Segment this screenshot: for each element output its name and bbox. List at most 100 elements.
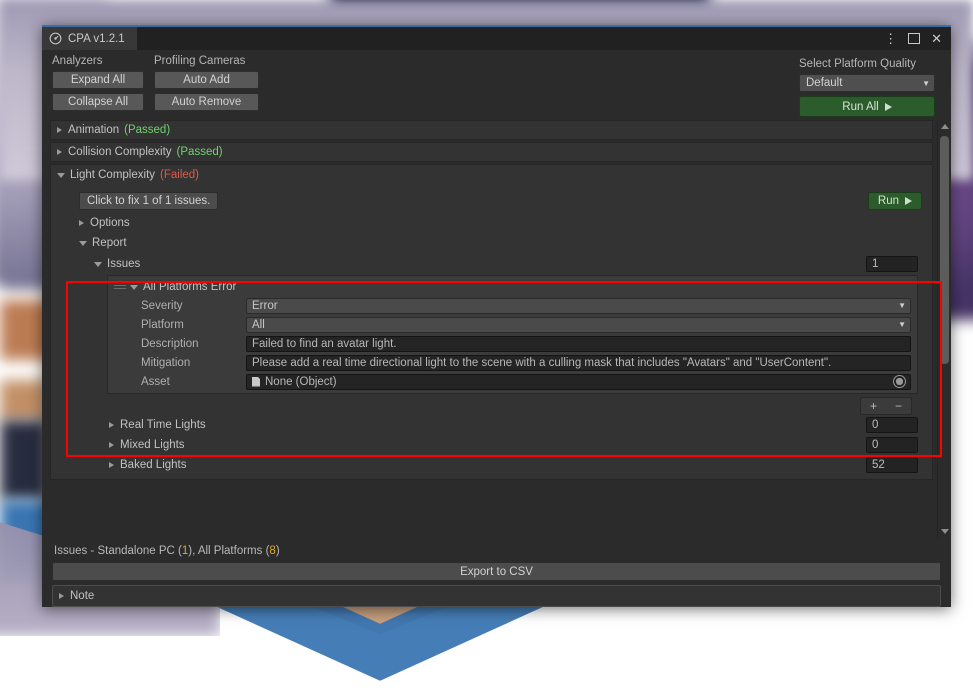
analyzers-label: Analyzers xyxy=(52,55,144,67)
severity-dropdown[interactable]: Error ▼ xyxy=(246,298,911,314)
issues-count-field[interactable]: 1 xyxy=(866,256,918,272)
analyzer-name: Animation xyxy=(68,124,119,136)
field-row-platform: Platform All ▼ xyxy=(108,315,917,334)
fix-issues-button[interactable]: Click to fix 1 of 1 issues. xyxy=(79,192,218,210)
platform-dropdown[interactable]: All ▼ xyxy=(246,317,911,333)
mitigation-input[interactable]: Please add a real time directional light… xyxy=(246,355,911,371)
foldout-real-time-lights[interactable]: Real Time Lights 0 xyxy=(51,415,932,435)
foldout-issues[interactable]: Issues 1 xyxy=(51,252,932,275)
drag-handle-icon[interactable] xyxy=(114,285,126,289)
real-time-lights-value[interactable]: 0 xyxy=(866,417,918,433)
platform-quality-dropdown[interactable]: Default ▼ xyxy=(799,74,935,92)
auto-remove-button[interactable]: Auto Remove xyxy=(154,93,259,111)
run-all-button[interactable]: Run All xyxy=(799,96,935,117)
cpa-editor-window: CPA v1.2.1 ⋮ ✕ Analyzers Expand All Coll… xyxy=(42,25,951,607)
auto-add-button[interactable]: Auto Add xyxy=(154,71,259,89)
analyzer-name: Collision Complexity xyxy=(68,146,172,158)
scrollbar-thumb[interactable] xyxy=(940,136,949,364)
chevron-down-icon xyxy=(79,241,87,246)
description-value: Failed to find an avatar light. xyxy=(252,338,396,350)
issues-label: Issues xyxy=(107,258,140,270)
foldout-baked-lights[interactable]: Baked Lights 52 xyxy=(51,455,932,475)
analyzer-body: Animation (Passed) Collision Complexity … xyxy=(42,120,951,538)
platform-quality-group: Select Platform Quality Default ▼ Run Al… xyxy=(799,58,935,117)
fix-row: Click to fix 1 of 1 issues. Run xyxy=(51,185,932,212)
light-count-label: Baked Lights xyxy=(120,459,187,471)
foldout-report[interactable]: Report xyxy=(51,232,932,252)
chevron-right-icon xyxy=(109,462,114,468)
chevron-right-icon xyxy=(109,422,114,428)
analyzer-scroll-area: Animation (Passed) Collision Complexity … xyxy=(42,120,937,538)
expand-all-button[interactable]: Expand All xyxy=(52,71,144,89)
chevron-down-icon: ▼ xyxy=(922,79,930,88)
add-issue-button[interactable]: + xyxy=(861,399,886,413)
analyzer-status-badge: (Passed) xyxy=(124,124,170,136)
description-input[interactable]: Failed to find an avatar light. xyxy=(246,336,911,352)
chevron-down-icon xyxy=(94,262,102,267)
issue-card: All Platforms Error Severity Error ▼ xyxy=(107,275,918,394)
bg-orange-block-2 xyxy=(0,380,48,420)
mixed-lights-value[interactable]: 0 xyxy=(866,437,918,453)
run-label: Run xyxy=(878,195,899,207)
platform-quality-label: Select Platform Quality xyxy=(799,58,935,70)
profiling-cameras-group: Profiling Cameras Auto Add Auto Remove xyxy=(154,55,259,115)
field-row-mitigation: Mitigation Please add a real time direct… xyxy=(108,353,917,372)
analyzer-row-collision-complexity[interactable]: Collision Complexity (Passed) xyxy=(50,142,933,162)
light-complexity-content: Click to fix 1 of 1 issues. Run Options … xyxy=(51,185,932,479)
issue-title: All Platforms Error xyxy=(143,281,236,293)
chevron-right-icon xyxy=(59,593,64,599)
document-icon xyxy=(252,377,260,387)
scroll-down-icon[interactable] xyxy=(941,529,949,534)
field-label: Asset xyxy=(141,376,246,388)
analyzer-status-badge: (Passed) xyxy=(177,146,223,158)
collapse-all-button[interactable]: Collapse All xyxy=(52,93,144,111)
maximize-icon[interactable] xyxy=(908,33,920,44)
asset-value: None (Object) xyxy=(265,376,337,388)
status-suffix: ) xyxy=(276,545,280,557)
status-prefix: Issues - Standalone PC ( xyxy=(54,545,182,557)
field-label: Severity xyxy=(141,300,246,312)
export-to-csv-button[interactable]: Export to CSV xyxy=(52,562,941,581)
run-button[interactable]: Run xyxy=(868,192,922,210)
foldout-options[interactable]: Options xyxy=(51,212,932,232)
foldout-mixed-lights[interactable]: Mixed Lights 0 xyxy=(51,435,932,455)
analyzer-row-light-complexity[interactable]: Light Complexity (Failed) xyxy=(51,165,932,185)
chevron-right-icon xyxy=(109,442,114,448)
object-picker-icon[interactable] xyxy=(893,375,906,388)
light-count-label: Mixed Lights xyxy=(120,439,185,451)
platform-value: All xyxy=(252,319,265,331)
issues-status-line: Issues - Standalone PC (1), All Platform… xyxy=(52,542,941,562)
window-titlebar: CPA v1.2.1 ⋮ ✕ xyxy=(42,25,951,50)
chevron-right-icon xyxy=(57,127,62,133)
foldout-note[interactable]: Note xyxy=(52,585,941,607)
tab-label: CPA v1.2.1 xyxy=(68,33,125,45)
chevron-right-icon xyxy=(57,149,62,155)
field-row-description: Description Failed to find an avatar lig… xyxy=(108,334,917,353)
note-label: Note xyxy=(70,590,94,602)
baked-lights-value[interactable]: 52 xyxy=(866,457,918,473)
window-menu-icon[interactable]: ⋮ xyxy=(884,32,897,45)
field-label: Mitigation xyxy=(141,357,246,369)
remove-issue-button[interactable]: − xyxy=(886,399,911,413)
vertical-scrollbar[interactable] xyxy=(937,120,951,538)
run-all-label: Run All xyxy=(842,101,878,113)
asset-object-field[interactable]: None (Object) xyxy=(246,374,911,390)
chevron-down-icon: ▼ xyxy=(898,320,906,329)
analyzer-status-badge: (Failed) xyxy=(160,169,199,181)
report-label: Report xyxy=(92,237,127,249)
scroll-up-icon[interactable] xyxy=(941,124,949,129)
play-icon xyxy=(885,103,892,111)
analyzer-name: Light Complexity xyxy=(70,169,155,181)
analyzer-row-animation[interactable]: Animation (Passed) xyxy=(50,120,933,140)
profiling-cameras-label: Profiling Cameras xyxy=(154,55,259,67)
add-remove-row: + − xyxy=(51,394,932,415)
tab-cpa[interactable]: CPA v1.2.1 xyxy=(42,27,137,50)
field-row-asset: Asset None (Object) xyxy=(108,372,917,391)
issue-title-row[interactable]: All Platforms Error xyxy=(108,279,917,296)
chevron-down-icon: ▼ xyxy=(898,301,906,310)
analyzer-panel-light-complexity: Light Complexity (Failed) Click to fix 1… xyxy=(50,164,933,480)
bg-dark-strip xyxy=(0,420,48,500)
window-controls: ⋮ ✕ xyxy=(884,27,951,50)
platform-quality-value: Default xyxy=(806,77,842,89)
close-icon[interactable]: ✕ xyxy=(931,32,942,45)
